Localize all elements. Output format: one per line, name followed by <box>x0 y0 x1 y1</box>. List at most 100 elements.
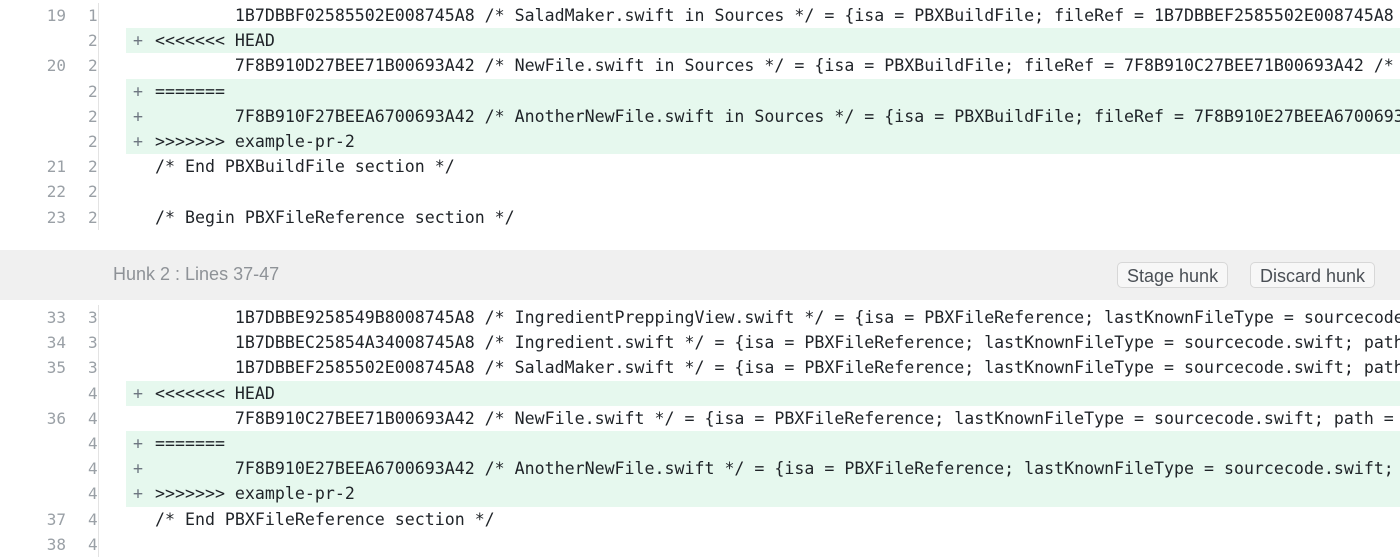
diff-line[interactable]: 19 1 1B7DBBF02585502E008745A8 /* SaladMak… <box>0 3 1400 29</box>
new-line-number: 4 <box>88 433 98 453</box>
diff-line[interactable]: 33 3 1B7DBBE9258549B8008745A8 /* Ingredie… <box>0 305 1400 331</box>
diff-hunk-2: 33 3 1B7DBBE9258549B8008745A8 /* Ingredie… <box>0 305 1400 557</box>
gutter-divider <box>98 531 99 557</box>
diff-marker: + <box>133 383 143 403</box>
gutter-divider <box>98 506 99 532</box>
gutter-divider <box>98 103 99 129</box>
diff-line[interactable]: 20 2 7F8B910D27BEE71B00693A42 /* NewFile.… <box>0 53 1400 79</box>
code-text: <<<<<<< HEAD <box>155 383 275 403</box>
new-line-number: 2 <box>88 106 98 126</box>
old-line-number: 20 <box>46 56 66 76</box>
diff-line[interactable]: 21 2 /* End PBXBuildFile section */ <box>0 154 1400 180</box>
code-text: ======= <box>155 81 225 101</box>
diff-line-added[interactable]: 2 + <<<<<<< HEAD <box>0 28 1400 54</box>
gutter-divider <box>98 355 99 381</box>
new-line-number: 4 <box>88 459 98 479</box>
diff-line-background <box>126 532 1400 557</box>
diff-line-added[interactable]: 4 + <<<<<<< HEAD <box>0 380 1400 406</box>
code-text: ======= <box>155 433 225 453</box>
new-line-number: 2 <box>88 81 98 101</box>
gutter-divider <box>98 204 99 230</box>
new-line-number: 3 <box>88 333 98 353</box>
gutter-divider <box>98 78 99 104</box>
gutter-divider <box>98 456 99 482</box>
gutter-divider <box>98 380 99 406</box>
diff-line-background <box>126 28 1400 54</box>
new-line-number: 2 <box>88 131 98 151</box>
code-text: 1B7DBBEC25854A34008745A8 /* Ingredient.s… <box>234 333 1400 353</box>
code-text: 7F8B910D27BEE71B00693A42 /* NewFile.swif… <box>234 56 1394 76</box>
diff-line-added[interactable]: 4 + 7F8B910E27BEEA6700693A42 /* AnotherNe… <box>0 456 1400 482</box>
new-line-number: 1 <box>88 6 98 25</box>
diff-line-added[interactable]: 2 + ======= <box>0 78 1400 104</box>
old-line-number: 34 <box>46 333 66 353</box>
diff-marker: + <box>133 31 143 51</box>
code-text: /* Begin PBXFileReference section */ <box>155 207 515 227</box>
gutter-divider <box>98 3 99 29</box>
code-text: /* End PBXFileReference section */ <box>155 509 495 529</box>
old-line-number: 19 <box>46 6 66 25</box>
stage-hunk-button[interactable]: Stage hunk <box>1117 262 1229 288</box>
new-line-number: 4 <box>88 509 98 529</box>
diff-marker: + <box>133 106 143 126</box>
gutter-divider <box>98 28 99 54</box>
diff-marker: + <box>133 484 143 504</box>
new-line-number: 4 <box>88 534 98 554</box>
gutter-divider <box>98 128 99 155</box>
code-text: >>>>>>> example-pr-2 <box>155 131 355 151</box>
code-text: /* End PBXBuildFile section */ <box>155 157 455 177</box>
diff-line-added[interactable]: 2 + >>>>>>> example-pr-2 <box>0 128 1400 155</box>
diff-line[interactable]: 38 4 <box>0 531 1400 557</box>
diff-line-added[interactable]: 4 + ======= <box>0 430 1400 457</box>
old-line-number: 22 <box>46 182 66 202</box>
hunk-title: Hunk 2 : Lines 37-47 <box>113 264 280 284</box>
diff-line[interactable]: 34 3 1B7DBBEC25854A34008745A8 /* Ingredie… <box>0 330 1400 356</box>
gutter-divider <box>98 405 99 431</box>
diff-line[interactable]: 35 3 1B7DBBEF2585502E008745A8 /* SaladMak… <box>0 355 1400 381</box>
code-text: 1B7DBBE9258549B8008745A8 /* IngredientPr… <box>234 308 1400 327</box>
diff-line[interactable]: 22 2 <box>0 179 1400 205</box>
diff-line[interactable]: 23 2 /* Begin PBXFileReference section */ <box>0 204 1400 230</box>
code-text: 7F8B910F27BEEA6700693A42 /* AnotherNewFi… <box>234 106 1400 126</box>
discard-hunk-button[interactable]: Discard hunk <box>1250 262 1376 288</box>
diff-line[interactable]: 37 4 /* End PBXFileReference section */ <box>0 506 1400 532</box>
new-line-number: 3 <box>88 358 98 378</box>
code-text: <<<<<<< HEAD <box>155 31 275 51</box>
gutter-divider <box>98 179 99 205</box>
old-line-number: 37 <box>46 509 66 529</box>
diff-hunk-1: 19 1 1B7DBBF02585502E008745A8 /* SaladMak… <box>0 3 1400 230</box>
old-line-number: 21 <box>46 157 66 177</box>
diff-line[interactable]: 36 4 7F8B910C27BEE71B00693A42 /* NewFile.… <box>0 405 1400 431</box>
gutter-divider <box>98 53 99 79</box>
gutter-divider <box>98 305 99 331</box>
new-line-number: 4 <box>88 484 98 504</box>
diff-line-background <box>126 78 1400 104</box>
diff-line-added[interactable]: 2 + 7F8B910F27BEEA6700693A42 /* AnotherNe… <box>0 103 1400 129</box>
code-text: 7F8B910C27BEE71B00693A42 /* NewFile.swif… <box>234 408 1394 428</box>
diff-line-background <box>126 430 1400 457</box>
diff-line-added[interactable]: 4 + >>>>>>> example-pr-2 <box>0 481 1400 507</box>
code-text: 7F8B910E27BEEA6700693A42 /* AnotherNewFi… <box>234 459 1394 479</box>
new-line-number: 2 <box>88 207 98 227</box>
diff-marker: + <box>133 459 143 479</box>
diff-line-background <box>126 380 1400 406</box>
new-line-number: 2 <box>88 157 98 177</box>
gutter-divider <box>98 154 99 180</box>
old-line-number: 33 <box>46 308 66 327</box>
old-line-number: 36 <box>46 408 66 428</box>
gutter-divider <box>98 430 99 457</box>
old-line-number: 35 <box>46 358 66 378</box>
diff-marker: + <box>133 433 143 453</box>
diff-marker: + <box>133 131 143 151</box>
hunk-header: Hunk 2 : Lines 37-47 Stage hunk Discard … <box>0 250 1400 300</box>
old-line-number: 38 <box>46 534 66 554</box>
new-line-number: 2 <box>88 56 98 76</box>
new-line-number: 2 <box>88 31 98 51</box>
old-line-number: 23 <box>46 207 66 227</box>
diff-marker: + <box>133 81 143 101</box>
gutter-divider <box>98 330 99 356</box>
new-line-number: 4 <box>88 408 98 428</box>
code-text: 1B7DBBF02585502E008745A8 /* SaladMaker.s… <box>234 6 1394 25</box>
code-text: 1B7DBBEF2585502E008745A8 /* SaladMaker.s… <box>234 358 1400 378</box>
new-line-number: 3 <box>88 308 98 327</box>
